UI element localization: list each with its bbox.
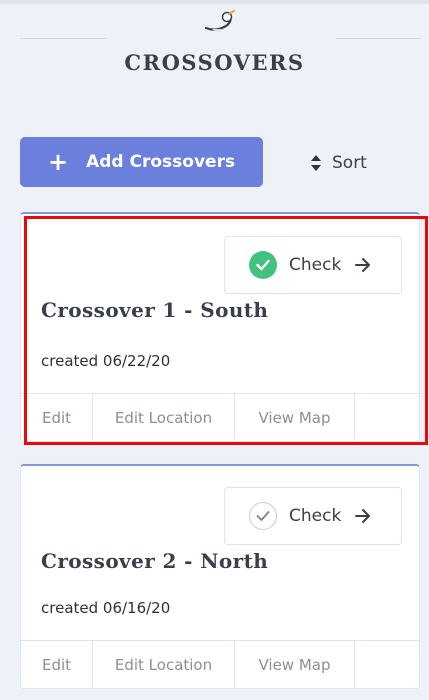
arrow-right-icon [355, 258, 371, 272]
created-date: created 06/16/20 [41, 599, 171, 617]
check-label: Check [289, 506, 342, 526]
crossover-card[interactable]: Check Crossover 2 - North created 06/16/… [20, 464, 420, 689]
add-crossovers-button[interactable]: + Add Crossovers [20, 137, 263, 187]
card-title: Crossover 1 - South [41, 298, 269, 322]
edit-location-link[interactable]: Edit Location [93, 641, 235, 688]
page-header: CROSSOVERS [0, 38, 429, 82]
edit-link[interactable]: Edit [21, 394, 93, 441]
check-pending-icon [249, 502, 277, 530]
sort-button[interactable]: Sort [310, 150, 367, 176]
crossover-card[interactable]: Check Crossover 1 - South created 06/22/… [20, 212, 420, 442]
edit-location-link[interactable]: Edit Location [93, 394, 235, 441]
sort-label: Sort [332, 153, 367, 173]
check-complete-icon [249, 251, 277, 279]
view-map-link[interactable]: View Map [235, 394, 355, 441]
sort-icon [311, 155, 321, 171]
top-border [0, 0, 429, 4]
edit-link[interactable]: Edit [21, 641, 93, 688]
divider [336, 38, 422, 39]
card-actions: Edit Edit Location View Map [21, 640, 419, 688]
card-title: Crossover 2 - North [41, 549, 269, 573]
plus-icon: + [48, 148, 69, 176]
created-date: created 06/22/20 [41, 352, 171, 370]
check-label: Check [289, 255, 342, 275]
check-button[interactable]: Check [224, 487, 402, 545]
card-actions: Edit Edit Location View Map [21, 393, 419, 441]
page-title: CROSSOVERS [124, 50, 305, 75]
arrow-right-icon [355, 509, 371, 523]
bird-logo-icon [204, 10, 235, 32]
add-crossovers-label: Add Crossovers [86, 152, 236, 172]
divider [20, 38, 106, 39]
check-button[interactable]: Check [224, 236, 402, 294]
view-map-link[interactable]: View Map [235, 641, 355, 688]
